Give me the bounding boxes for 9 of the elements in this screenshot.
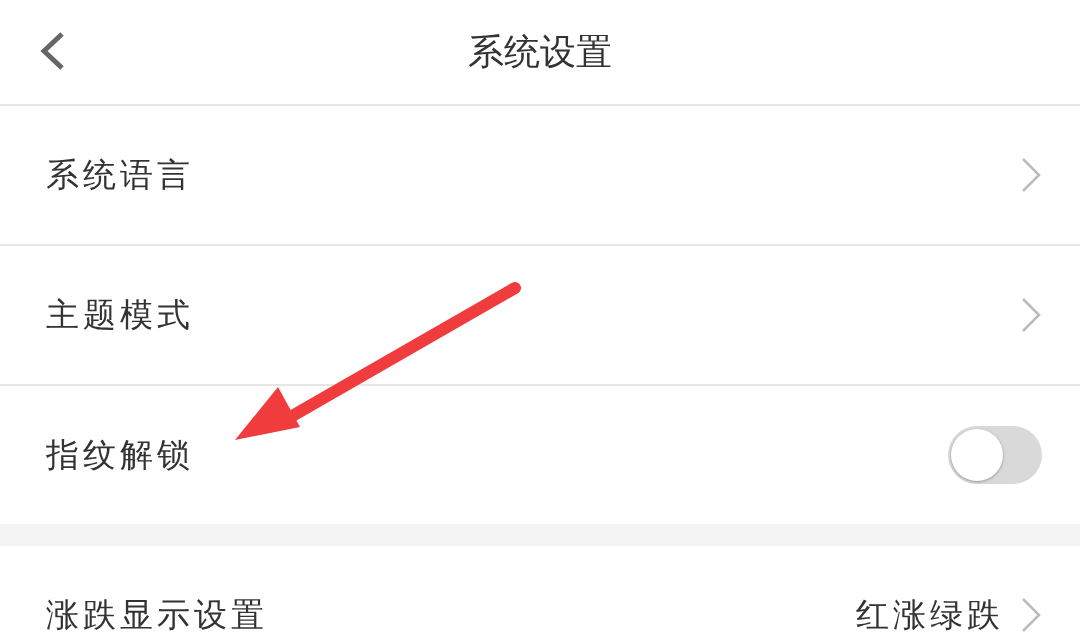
- page-title: 系统设置: [468, 29, 612, 74]
- setting-label[interactable]: 指纹解锁: [46, 432, 948, 478]
- setting-label[interactable]: 涨跌显示设置: [46, 592, 856, 632]
- setting-label[interactable]: 主题模式: [46, 292, 1020, 338]
- chevron-right-icon: [1020, 596, 1042, 632]
- chevron-right-icon: [1020, 156, 1042, 194]
- setting-label[interactable]: 系统语言: [46, 152, 1020, 198]
- setting-value: 红涨绿跌: [856, 593, 1004, 632]
- chevron-right-icon: [1020, 296, 1042, 334]
